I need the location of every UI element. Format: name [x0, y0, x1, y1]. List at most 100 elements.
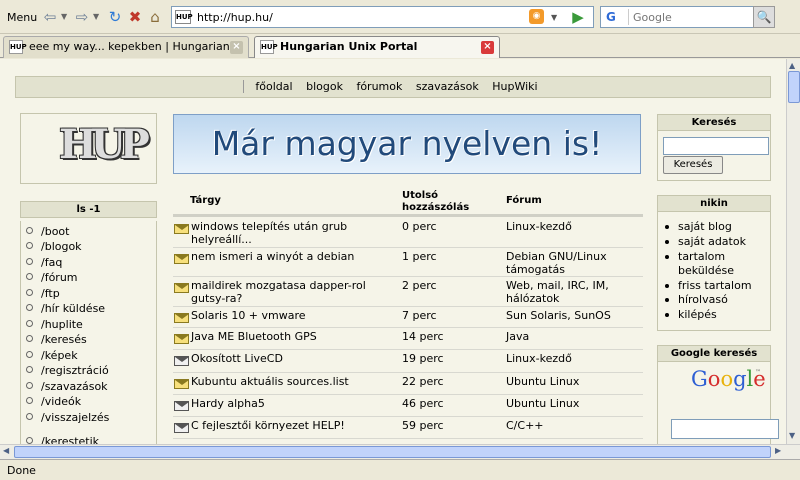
- topic-link[interactable]: maildirek mozgatasa dapper-rol gutsy-ra?: [191, 279, 391, 305]
- tab-favicon-icon: HUP: [260, 40, 278, 54]
- go-arrow-icon[interactable]: ▶: [568, 8, 588, 26]
- site-nav-bar: főoldal blogok fórumok szavazások HupWik…: [15, 76, 771, 98]
- user-link-own-blog[interactable]: saját blog: [665, 220, 765, 234]
- table-row: maildirek mozgatasa dapper-rol gutsy-ra?…: [173, 277, 643, 307]
- horizontal-scrollbar[interactable]: ◀ ▶: [0, 444, 800, 459]
- google-search-input[interactable]: [671, 419, 779, 439]
- user-block-title: nikin: [657, 195, 771, 212]
- ls-item-videok[interactable]: /videók: [26, 395, 81, 408]
- stop-icon[interactable]: ✖: [126, 8, 144, 26]
- topic-link[interactable]: windows telepítés után grub helyreállí..…: [191, 220, 391, 246]
- forum-link[interactable]: Sun Solaris, SunOS: [506, 309, 611, 322]
- web-search-input[interactable]: [633, 9, 753, 25]
- topic-link[interactable]: Java ME Bluetooth GPS: [191, 330, 317, 343]
- ls-item-huplite[interactable]: /huplite: [26, 318, 83, 331]
- back-arrow-icon[interactable]: ⇦: [41, 8, 59, 26]
- forum-link[interactable]: Web, mail, IRC, IM, hálózatok: [506, 279, 631, 305]
- forum-link[interactable]: C/C++: [506, 419, 544, 432]
- nav-link-polls[interactable]: szavazások: [416, 80, 479, 93]
- forum-link[interactable]: Ubuntu Linux: [506, 397, 579, 410]
- ls-item-hir-kuldese[interactable]: /hír küldése: [26, 302, 105, 315]
- forum-link[interactable]: Java: [506, 330, 529, 343]
- user-link-submit-content[interactable]: tartalom beküldése: [665, 250, 765, 278]
- nav-link-blogs[interactable]: blogok: [306, 80, 343, 93]
- ls-item-boot[interactable]: /boot: [26, 225, 69, 238]
- last-comment-time: 46 perc: [402, 397, 444, 410]
- ls-item-forum[interactable]: /fórum: [26, 271, 78, 284]
- last-comment-time: 59 perc: [402, 419, 444, 432]
- site-search-button[interactable]: Keresés: [663, 156, 723, 174]
- topic-link[interactable]: Kubuntu aktuális sources.list: [191, 375, 349, 388]
- header-subject[interactable]: Tárgy: [190, 195, 221, 206]
- site-logo[interactable]: HUP: [20, 113, 157, 184]
- tab-hungarian-unix-portal[interactable]: HUP Hungarian Unix Portal ×: [254, 36, 500, 58]
- nav-link-hupwiki[interactable]: HupWiki: [492, 80, 537, 93]
- envelope-icon: [174, 283, 189, 293]
- last-comment-time: 14 perc: [402, 330, 444, 343]
- table-row: Hardy alpha5 46 perc Ubuntu Linux: [173, 395, 643, 417]
- table-row: Solaris 10 + vmware 7 perc Sun Solaris, …: [173, 307, 643, 328]
- topic-link[interactable]: Solaris 10 + vmware: [191, 309, 306, 322]
- table-row: nem ismeri a winyót a debian 1 perc Debi…: [173, 248, 643, 277]
- web-search-box[interactable]: G: [600, 6, 775, 28]
- status-text: Done: [7, 464, 36, 477]
- forum-link[interactable]: Linux-kezdő: [506, 220, 626, 233]
- user-link-feed-reader[interactable]: hírolvasó: [665, 293, 765, 307]
- home-icon[interactable]: ⌂: [146, 8, 164, 26]
- search-engine-google-icon[interactable]: G: [603, 9, 629, 25]
- url-text[interactable]: http://hup.hu/: [197, 11, 273, 24]
- url-dropdown-icon[interactable]: ▼: [551, 13, 557, 22]
- banner-text: Már magyar nyelven is!: [211, 124, 603, 163]
- last-comment-time: 7 perc: [402, 309, 437, 322]
- nav-link-home[interactable]: főoldal: [255, 80, 292, 93]
- topic-link[interactable]: Okosított LiveCD: [191, 352, 283, 365]
- ls-item-ftp[interactable]: /ftp: [26, 287, 60, 300]
- ls-item-visszajelzes[interactable]: /visszajelzés: [26, 411, 109, 424]
- vertical-scrollbar[interactable]: ▲ ▼: [786, 59, 800, 444]
- ls-item-faq[interactable]: /faq: [26, 256, 62, 269]
- forward-history-dropdown-icon[interactable]: ▼: [93, 12, 99, 21]
- tab-close-icon[interactable]: ×: [230, 41, 243, 54]
- user-link-new-content[interactable]: friss tartalom: [665, 279, 765, 293]
- promo-banner[interactable]: Már magyar nyelven is!: [173, 114, 641, 174]
- header-forum[interactable]: Fórum: [506, 195, 542, 206]
- rss-feed-icon[interactable]: ◉: [529, 9, 544, 24]
- tab-close-icon[interactable]: ×: [481, 41, 494, 54]
- envelope-icon: [174, 334, 189, 344]
- ls-item-szavazasok[interactable]: /szavazások: [26, 380, 108, 393]
- header-last-comment[interactable]: Utolsó hozzászólás: [402, 190, 482, 214]
- tab-label: Hungarian Unix Portal: [280, 40, 418, 53]
- horizontal-scroll-thumb[interactable]: [14, 446, 771, 458]
- logo-text: HUP: [59, 121, 150, 168]
- tab-eee-my-way[interactable]: HUP eee my way... kepekben | Hungarian .…: [3, 36, 249, 58]
- ls-item-regisztracio[interactable]: /regisztráció: [26, 364, 109, 377]
- forum-link[interactable]: Linux-kezdő: [506, 352, 572, 365]
- envelope-icon: [174, 313, 189, 323]
- ls-item-blogok[interactable]: /blogok: [26, 240, 82, 253]
- topic-link[interactable]: nem ismeri a winyót a debian: [191, 250, 391, 263]
- back-history-dropdown-icon[interactable]: ▼: [61, 12, 67, 21]
- ls-item-kepek[interactable]: /képek: [26, 349, 78, 362]
- reload-icon[interactable]: ↻: [106, 8, 124, 26]
- scroll-left-arrow-icon[interactable]: ◀: [3, 446, 9, 455]
- user-link-logout[interactable]: kilépés: [665, 308, 765, 322]
- ls-item-kereses[interactable]: /keresés: [26, 333, 87, 346]
- table-row: Kubuntu aktuális sources.list 22 perc Ub…: [173, 373, 643, 395]
- forum-link[interactable]: Ubuntu Linux: [506, 375, 579, 388]
- site-favicon-icon: HUP: [175, 10, 193, 24]
- forum-link[interactable]: Debian GNU/Linux támogatás: [506, 250, 621, 276]
- hot-envelope-icon: [174, 401, 189, 411]
- scroll-right-arrow-icon[interactable]: ▶: [775, 446, 781, 455]
- hot-envelope-icon: [174, 356, 189, 366]
- search-magnifier-icon[interactable]: 🔍: [753, 6, 775, 28]
- user-link-own-data[interactable]: saját adatok: [665, 235, 765, 249]
- topic-link[interactable]: Hardy alpha5: [191, 397, 265, 410]
- menu-button[interactable]: Menu: [7, 11, 37, 24]
- forward-arrow-icon[interactable]: ⇨: [73, 8, 91, 26]
- scroll-up-arrow-icon[interactable]: ▲: [789, 61, 795, 70]
- nav-link-forums[interactable]: fórumok: [356, 80, 402, 93]
- scroll-down-arrow-icon[interactable]: ▼: [789, 431, 795, 440]
- topic-link[interactable]: C fejlesztői környezet HELP!: [191, 419, 345, 432]
- site-search-input[interactable]: [663, 137, 769, 155]
- vertical-scroll-thumb[interactable]: [788, 71, 800, 103]
